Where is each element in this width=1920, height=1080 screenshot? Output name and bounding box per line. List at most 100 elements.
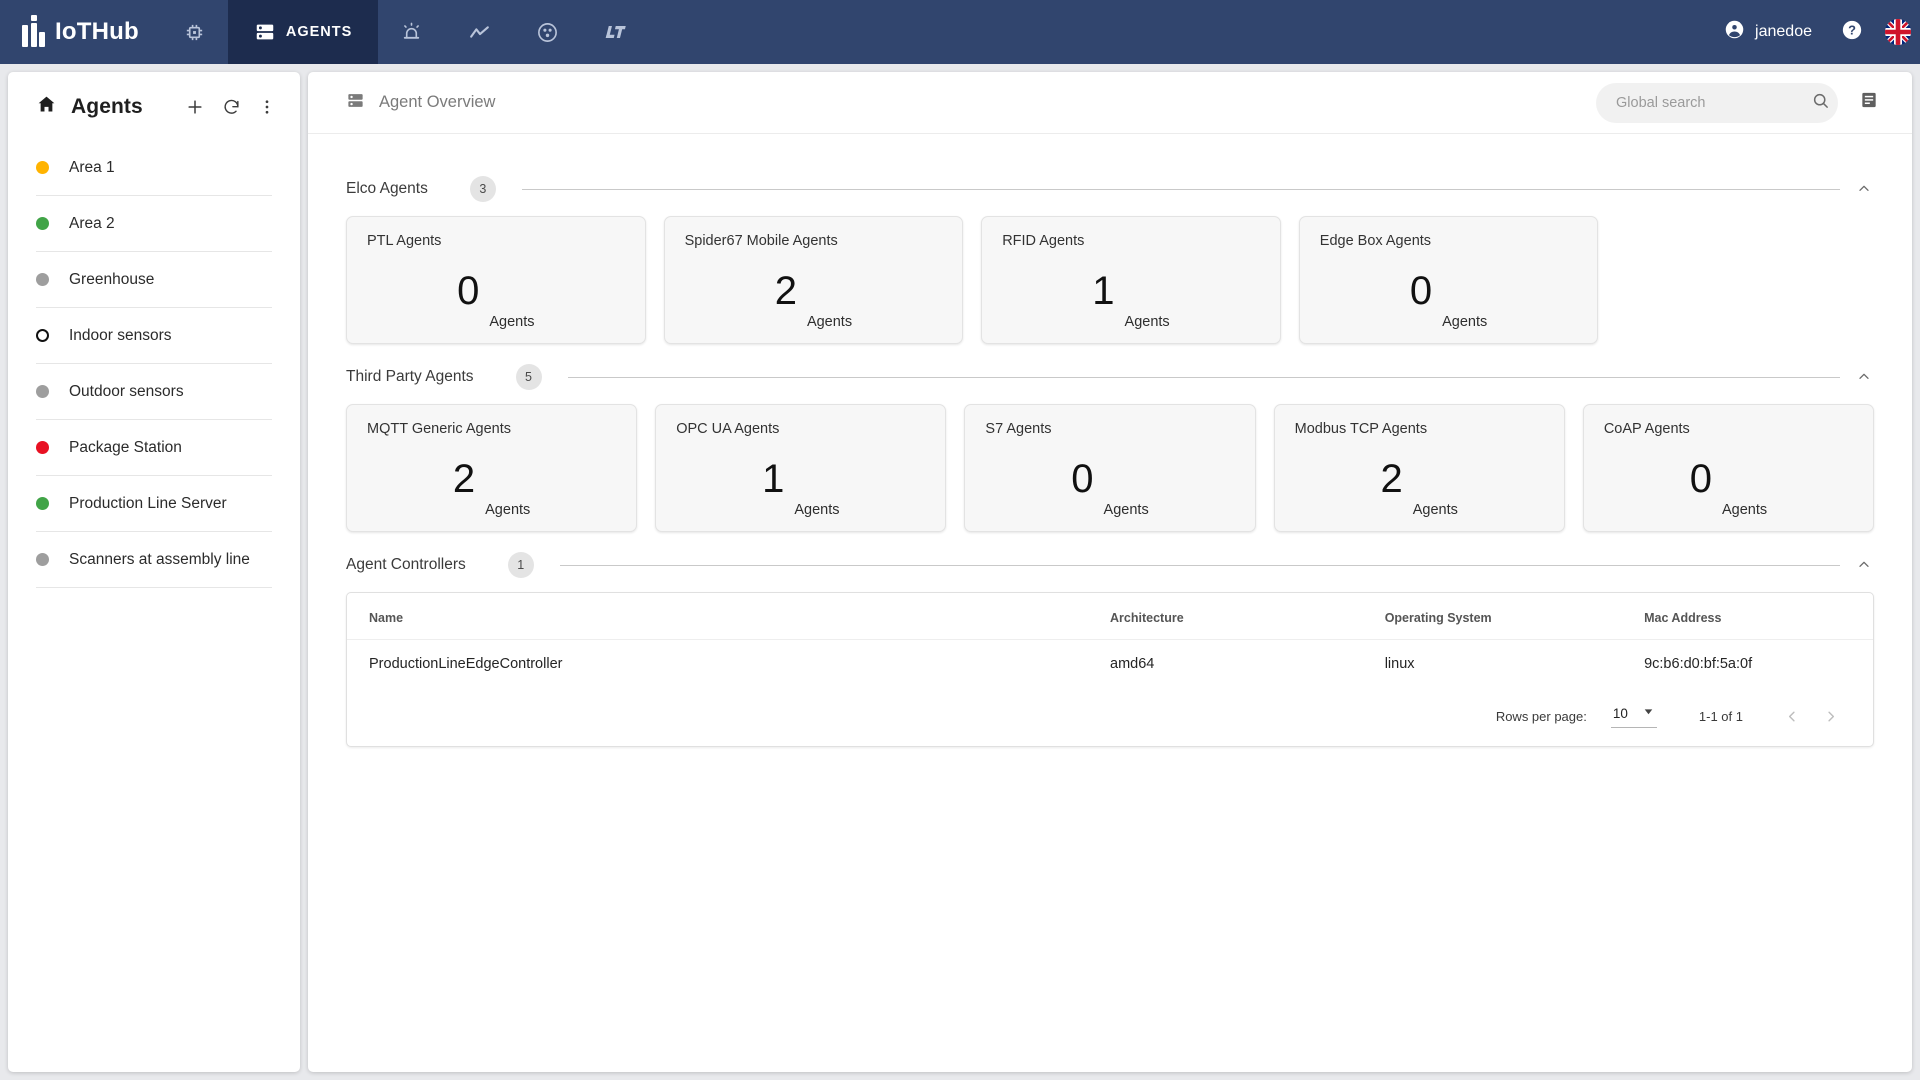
page-body: Agents Area 1 Area 2 Greenhouse Indoor sens…	[0, 64, 1920, 1080]
top-navigation-bar: IoTHub AGENTS janedoe ?	[0, 0, 1920, 64]
sidebar-item-label: Package Station	[69, 438, 182, 456]
card-value-group: 0 Agents	[985, 437, 1234, 531]
column-header[interactable]: Mac Address	[1644, 593, 1873, 640]
brand-logo[interactable]: IoTHub	[0, 0, 161, 64]
card-unit: Agents	[1103, 502, 1149, 518]
card-title: RFID Agents	[1002, 233, 1085, 249]
rows-per-page-value: 10	[1612, 706, 1628, 721]
agent-type-card[interactable]: Edge Box Agents 0 Agents	[1298, 216, 1599, 344]
card-unit: Agents	[1124, 314, 1170, 330]
uk-flag-icon	[1885, 19, 1911, 45]
agent-type-card[interactable]: S7 Agents 0 Agents	[964, 404, 1256, 532]
nav-item-users[interactable]	[514, 0, 581, 64]
agent-type-card[interactable]: Modbus TCP Agents 2 Agents	[1273, 404, 1565, 532]
agent-type-card[interactable]: Spider67 Mobile Agents 2 Agents	[663, 216, 964, 344]
breadcrumb-label: Agent Overview	[379, 93, 496, 111]
card-count: 1	[762, 457, 785, 501]
agent-card-row: MQTT Generic Agents 2 Agents OPC UA Agents 1…	[346, 404, 1875, 532]
sidebar-item[interactable]: Scanners at assembly line	[36, 532, 272, 588]
sidebar-item-label: Scanners at assembly line	[69, 550, 250, 568]
lt-logo-icon	[603, 21, 629, 43]
sidebar-item[interactable]: Production Line Server	[36, 476, 272, 532]
card-count: 1	[1092, 269, 1115, 313]
sidebar-item[interactable]: Package Station	[36, 420, 272, 476]
refresh-icon[interactable]	[220, 96, 242, 118]
card-title: OPC UA Agents	[676, 421, 780, 437]
cell-name: ProductionLineEdgeController	[369, 656, 563, 672]
plus-icon[interactable]	[184, 96, 206, 118]
sidebar-item[interactable]: Indoor sensors	[36, 308, 272, 364]
section-title: Third Party Agents	[346, 368, 474, 385]
global-search[interactable]	[1596, 82, 1838, 123]
rows-per-page-select[interactable]: 10	[1610, 705, 1657, 728]
column-header[interactable]: Operating System	[1384, 593, 1645, 640]
section-divider	[521, 188, 1840, 190]
card-value-group: 2 Agents	[685, 249, 943, 343]
table-row[interactable]: ProductionLineEdgeController amd64 linux 9c…	[347, 640, 1873, 689]
nav-item-alarms[interactable]	[378, 0, 445, 64]
agent-type-card[interactable]: CoAP Agents 0 Agents	[1582, 404, 1875, 532]
section-header: Third Party Agents 5	[346, 364, 1874, 390]
card-unit: Agents	[806, 314, 853, 330]
status-dot-icon	[36, 161, 49, 174]
card-value-group: 1 Agents	[676, 437, 925, 531]
account-circle-icon	[1724, 19, 1745, 45]
people-group-icon	[536, 21, 559, 44]
status-dot-icon	[36, 273, 49, 286]
sidebar-item[interactable]: Outdoor sensors	[36, 364, 272, 420]
agent-type-card[interactable]: PTL Agents 0 Agents	[346, 216, 646, 344]
column-header[interactable]: Architecture	[1110, 593, 1385, 640]
section-count-badge: 3	[469, 176, 496, 202]
card-count: 2	[452, 457, 476, 501]
card-value-group: 0 Agents	[1320, 249, 1578, 343]
nav-item-analytics[interactable]	[445, 0, 514, 64]
nav-item-agents[interactable]: AGENTS	[227, 0, 379, 64]
search-icon[interactable]	[1811, 91, 1830, 115]
status-dot-icon	[36, 329, 49, 342]
card-title: PTL Agents	[367, 233, 442, 249]
list-view-icon	[1859, 90, 1879, 115]
card-unit: Agents	[794, 502, 840, 518]
home-icon[interactable]	[36, 94, 57, 120]
card-unit: Agents	[1721, 502, 1768, 518]
card-value-group: 2 Agents	[367, 437, 616, 531]
more-vertical-icon[interactable]	[256, 96, 278, 118]
nav-item-devices[interactable]	[161, 0, 228, 64]
help-button[interactable]: ?	[1828, 0, 1876, 64]
section-count-badge: 1	[507, 552, 534, 578]
line-chart-icon	[467, 20, 492, 45]
iothub-logo-icon	[22, 15, 45, 47]
next-page-button[interactable]	[1811, 697, 1849, 735]
main-panel: Agent Overview Global search Elco Agents…	[308, 72, 1912, 1072]
cell-mac-address: 9c:b6:d0:bf:5a:0f	[1644, 656, 1753, 672]
server-rack-icon	[254, 21, 276, 43]
language-button[interactable]	[1876, 0, 1920, 64]
card-title: Edge Box Agents	[1319, 233, 1432, 249]
sidebar-item-label: Area 1	[69, 158, 115, 176]
card-unit: Agents	[489, 314, 535, 330]
section-title: Agent Controllers	[346, 556, 466, 573]
card-value-group: 0 Agents	[367, 249, 625, 343]
column-header[interactable]: Name	[347, 593, 1111, 640]
agent-type-card[interactable]: RFID Agents 1 Agents	[981, 216, 1281, 344]
chevron-up-icon[interactable]	[1854, 179, 1874, 199]
card-title: Spider67 Mobile Agents	[684, 233, 838, 249]
search-input[interactable]	[1616, 94, 1803, 111]
list-view-button[interactable]	[1854, 88, 1884, 118]
agent-card-row: PTL Agents 0 Agents Spider67 Mobile Agents 2…	[346, 216, 1874, 344]
agent-type-card[interactable]: MQTT Generic Agents 2 Agents	[346, 404, 638, 532]
sidebar-item-label: Greenhouse	[69, 270, 155, 288]
chevron-up-icon[interactable]	[1854, 367, 1874, 387]
user-account[interactable]: janedoe	[1708, 19, 1828, 45]
agent-type-card[interactable]: OPC UA Agents 1 Agents	[655, 404, 947, 532]
sidebar-item[interactable]: Greenhouse	[36, 252, 272, 308]
sidebar-item[interactable]: Area 2	[36, 196, 272, 252]
previous-page-button[interactable]	[1773, 697, 1811, 735]
chip-icon	[183, 21, 206, 44]
sidebar-header: Agents	[8, 72, 300, 140]
status-dot-icon	[36, 385, 49, 398]
chevron-up-icon[interactable]	[1854, 555, 1874, 575]
status-dot-icon	[36, 441, 49, 454]
nav-item-lt-module[interactable]	[581, 0, 651, 64]
sidebar-item[interactable]: Area 1	[36, 140, 272, 196]
